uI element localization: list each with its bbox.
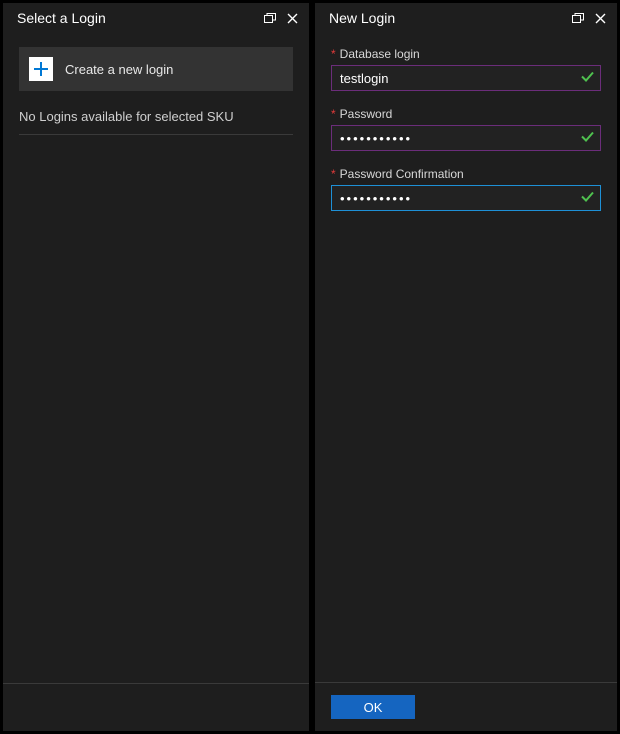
restore-icon[interactable] [567, 7, 589, 29]
select-login-footer [3, 683, 309, 731]
required-marker: * [331, 167, 336, 181]
required-marker: * [331, 107, 336, 121]
password-input-wrap [331, 125, 601, 151]
check-icon [581, 191, 594, 206]
password-confirm-group: * Password Confirmation [331, 167, 601, 211]
restore-icon[interactable] [259, 7, 281, 29]
close-icon[interactable] [589, 7, 611, 29]
new-login-titlebar: New Login [315, 3, 617, 33]
check-icon [581, 131, 594, 146]
password-group: * Password [331, 107, 601, 151]
database-login-label: * Database login [331, 47, 601, 61]
select-login-titlebar: Select a Login [3, 3, 309, 33]
new-login-form: * Database login * Password [315, 33, 617, 682]
close-icon[interactable] [281, 7, 303, 29]
database-login-input[interactable] [332, 66, 600, 90]
create-new-login-button[interactable]: Create a new login [19, 47, 293, 91]
new-login-title: New Login [329, 10, 567, 26]
new-login-panel: New Login * Database login [314, 2, 618, 732]
ok-button[interactable]: OK [331, 695, 415, 719]
required-marker: * [331, 47, 336, 61]
password-confirm-input-wrap [331, 185, 601, 211]
password-confirm-input[interactable] [332, 186, 600, 210]
select-login-content: Create a new login No Logins available f… [3, 33, 309, 683]
no-logins-message: No Logins available for selected SKU [19, 109, 293, 135]
check-icon [581, 71, 594, 86]
select-login-title: Select a Login [17, 10, 259, 26]
database-login-group: * Database login [331, 47, 601, 91]
new-login-footer: OK [315, 682, 617, 731]
create-new-login-label: Create a new login [65, 62, 173, 77]
select-login-panel: Select a Login Create a new login No Log… [2, 2, 310, 732]
plus-icon [29, 57, 53, 81]
password-confirm-label: * Password Confirmation [331, 167, 601, 181]
database-login-input-wrap [331, 65, 601, 91]
password-input[interactable] [332, 126, 600, 150]
password-label: * Password [331, 107, 601, 121]
